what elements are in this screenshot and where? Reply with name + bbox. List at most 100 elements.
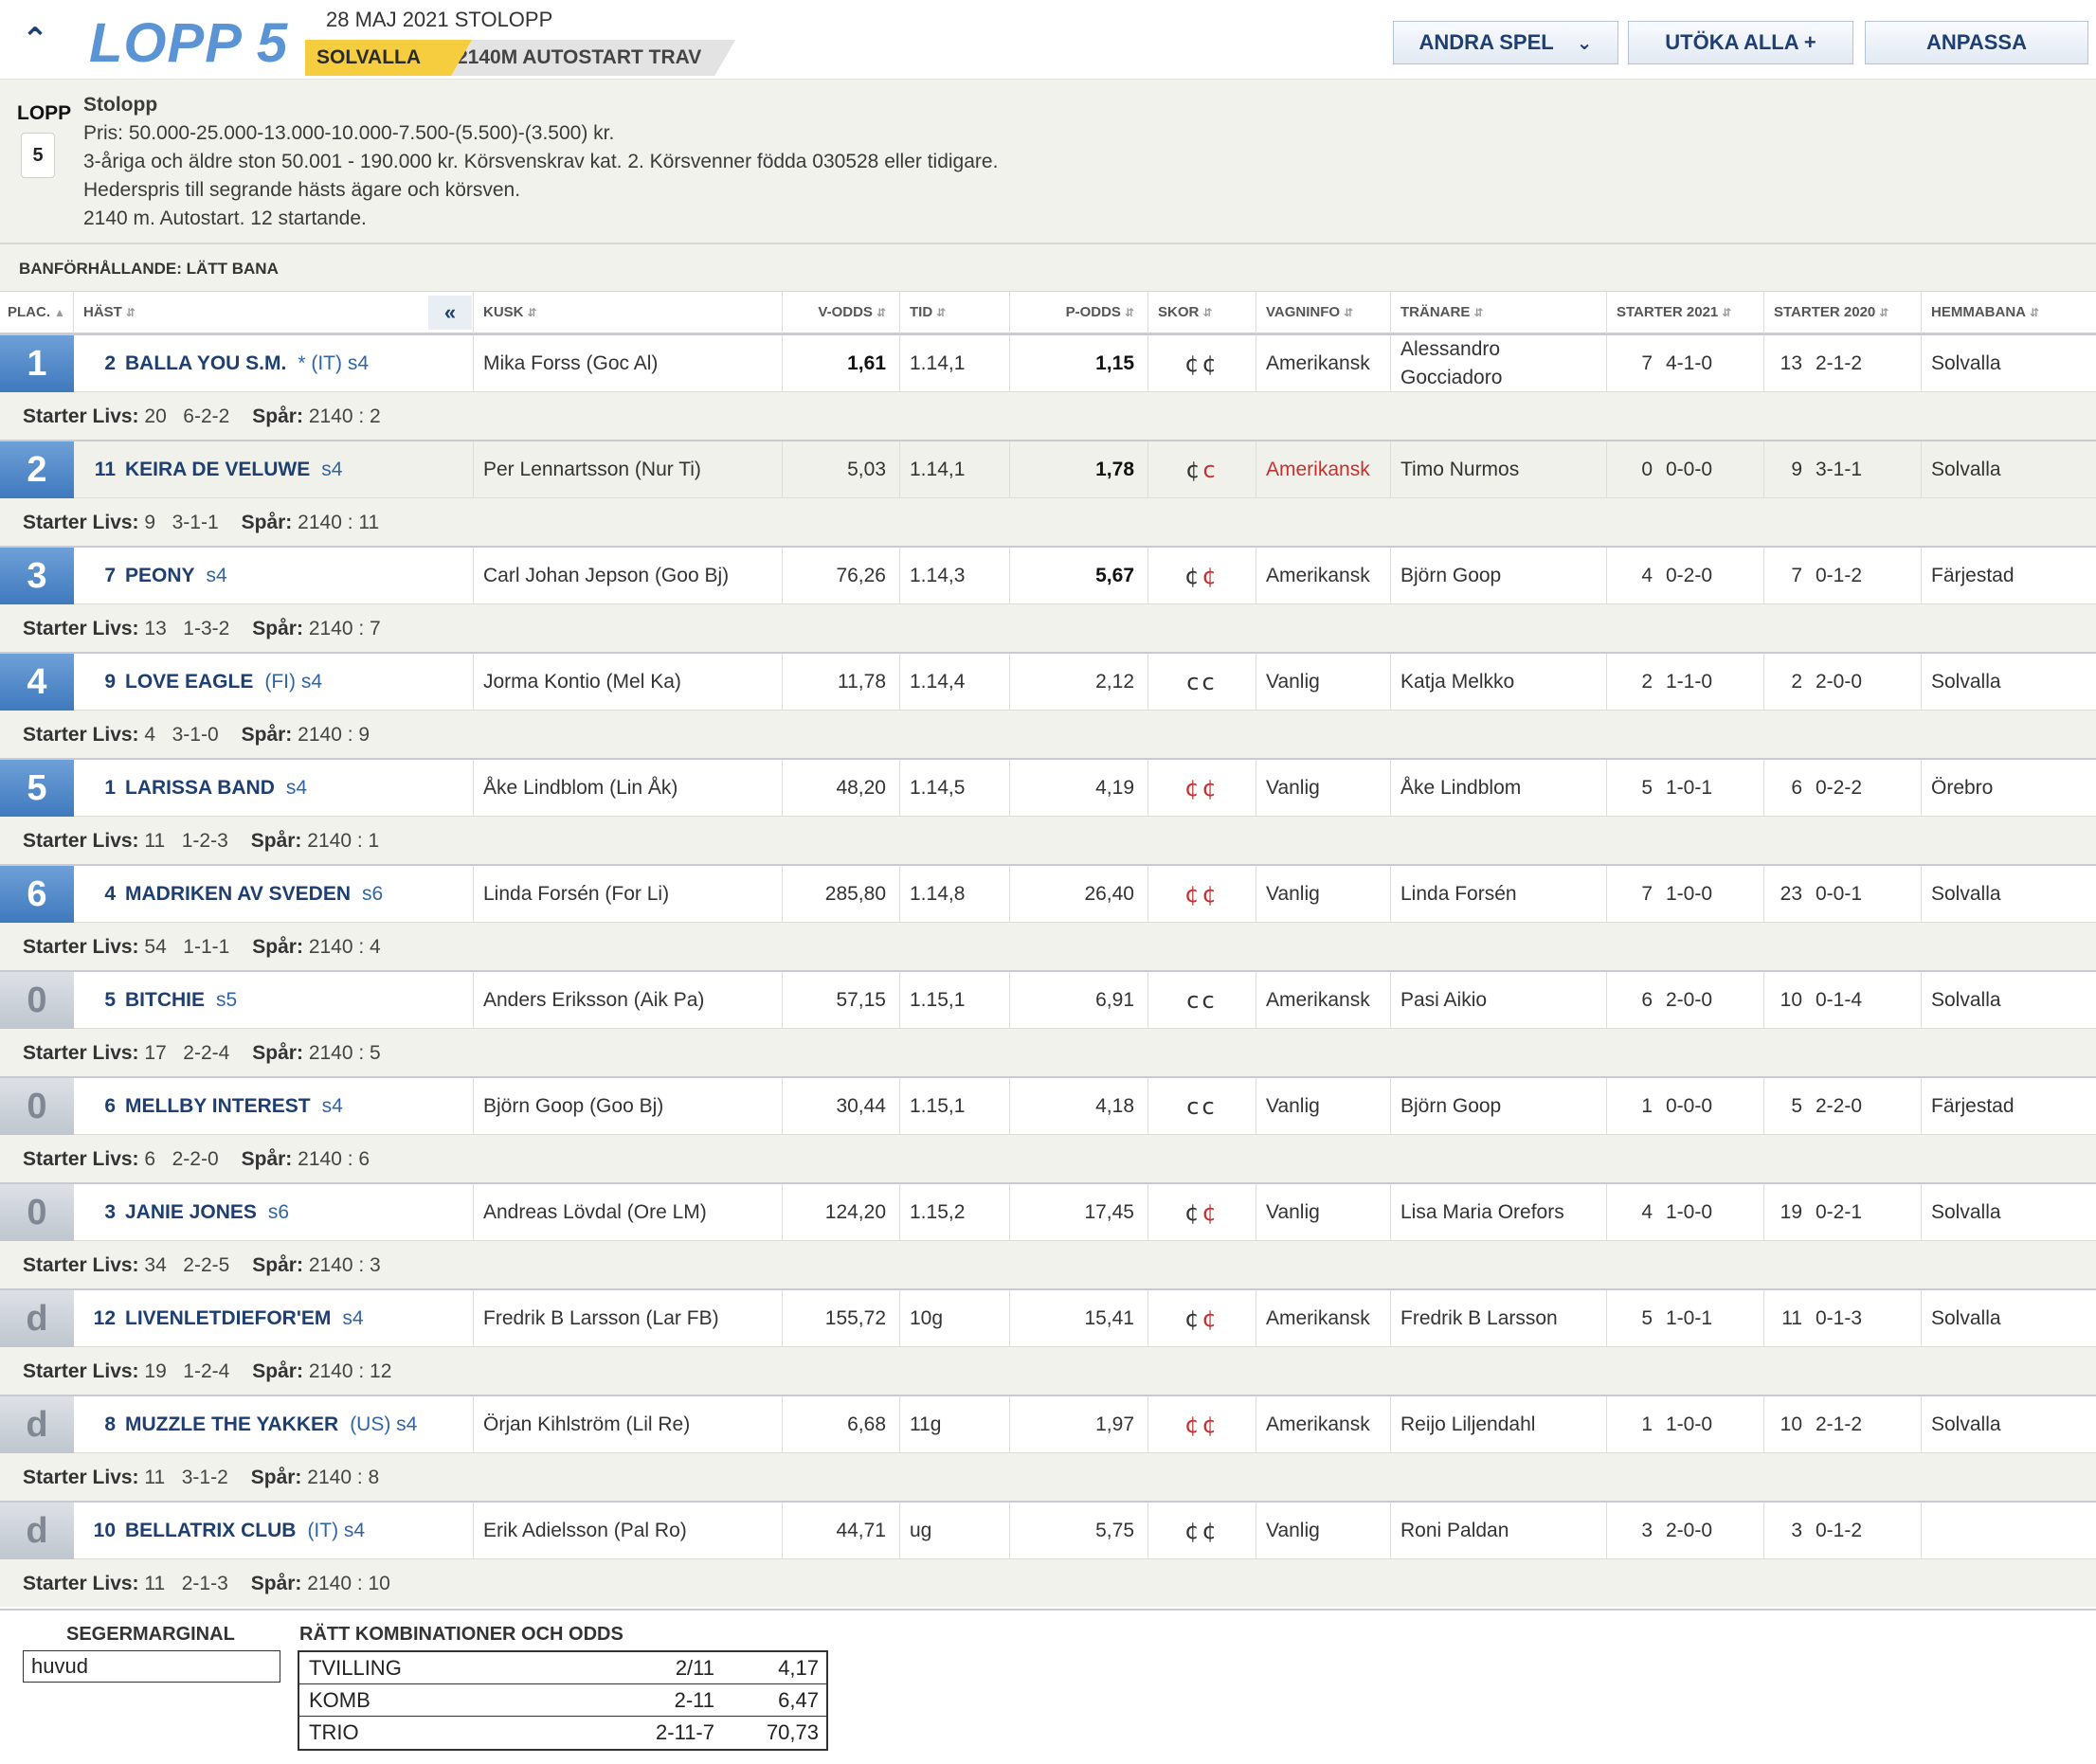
horse-main-row[interactable]: 6 4 MADRIKEN AV SVEDEN s6 Linda Forsén (For … [0,864,2096,923]
col-tid[interactable]: TID ⇵ [900,292,1010,333]
time-cell: ug [900,1503,1010,1559]
home-track-cell: Solvalla [1931,352,2001,374]
horse-name[interactable]: BELLATRIX CLUB [125,1520,296,1542]
col-v-odds[interactable]: V-ODDS ⇵ [783,292,900,333]
horse-name[interactable]: PEONY [125,565,195,587]
col-kusk[interactable]: KUSK ⇵ [474,292,783,333]
shoe-cell: ¢ ¢ [1148,1290,1256,1347]
spar-label: Spår: [250,830,302,852]
horse-cell[interactable]: 4 MADRIKEN AV SVEDEN s6 [74,866,474,923]
horse-cell[interactable]: 11 KEIRA DE VELUWE s4 [74,441,474,498]
table-row: 5 1 LARISSA BAND s4 Åke Lindblom (Lin Åk) 48,… [0,758,2096,864]
starter-2021-record: 0-0-0 [1666,1095,1713,1117]
horse-main-row[interactable]: 0 6 MELLBY INTEREST s4 Björn Goop (Goo Bj) 30… [0,1076,2096,1135]
col-plac[interactable]: PLAC. ▲ [0,292,74,333]
v-odds-cell: 124,20 [783,1184,900,1241]
starter-2020-count: 3 [1791,1520,1802,1541]
sort-arrows-icon: ⇵ [1722,306,1732,319]
lopp-number: 5 [21,133,55,178]
horse-cell[interactable]: 7 PEONY s4 [74,548,474,604]
horse-main-row[interactable]: 4 9 LOVE EAGLE (FI) s4 Jorma Kontio (Mel Ka)… [0,652,2096,711]
col-tranare[interactable]: TRÄNARE ⇵ [1391,292,1607,333]
horse-name[interactable]: MADRIKEN AV SVEDEN [125,883,351,906]
andra-spel-button[interactable]: ANDRA SPEL ⌄ [1393,21,1618,64]
wagon-cell: Amerikansk [1256,972,1391,1029]
col-p-odds[interactable]: P-ODDS ⇵ [1010,292,1148,333]
shoe-front-icon: c [1186,987,1202,1014]
sort-arrows-icon: ⇵ [125,306,136,319]
double-chevron-left-icon[interactable]: « [428,296,472,330]
horse-main-row[interactable]: 3 7 PEONY s4 Carl Johan Jepson (Goo Bj) 76,26… [0,546,2096,604]
livs-count: 20 [144,405,167,427]
horse-main-row[interactable]: 5 1 LARISSA BAND s4 Åke Lindblom (Lin Åk) 48,… [0,758,2096,817]
horse-name[interactable]: KEIRA DE VELUWE [125,459,310,481]
shoe-back-icon: ¢ [1202,881,1220,908]
double-chevron-up-icon[interactable]: ⌃ [0,0,70,80]
starter-2021-count: 7 [1641,352,1653,374]
placement-badge: d [0,1503,74,1559]
starter-2020-cell: 2 2-0-0 [1764,654,1922,711]
p-odds-cell: 6,91 [1010,972,1148,1029]
sort-arrows-icon: ⇵ [1344,306,1354,319]
horse-cell[interactable]: 12 LIVENLETDIEFOR'EM s4 [74,1290,474,1347]
horse-cell[interactable]: 10 BELLATRIX CLUB (IT) s4 [74,1503,474,1559]
v-odds-cell: 285,80 [783,866,900,923]
horse-name[interactable]: LOVE EAGLE [125,671,253,693]
home-track-cell: Färjestad [1931,565,2015,586]
horse-cell[interactable]: 8 MUZZLE THE YAKKER (US) s4 [74,1396,474,1453]
lopp-label: LOPP [17,102,72,124]
horse-main-row[interactable]: 0 3 JANIE JONES s6 Andreas Lövdal (Ore LM) 12… [0,1182,2096,1241]
horse-main-row[interactable]: d 8 MUZZLE THE YAKKER (US) s4 Örjan Kihlströ… [0,1395,2096,1453]
horse-name[interactable]: MUZZLE THE YAKKER [125,1413,338,1436]
horse-name[interactable]: LARISSA BAND [125,777,275,800]
col-starter-2021[interactable]: STARTER 2021 ⇵ [1607,292,1764,333]
col-hemmabana[interactable]: HEMMABANA ⇵ [1922,292,2096,333]
horse-name[interactable]: JANIE JONES [125,1201,257,1224]
col-hast-label: HÄST [83,304,122,320]
horse-cell[interactable]: 2 BALLA YOU S.M. * (IT) s4 [74,335,474,392]
horse-main-row[interactable]: 2 11 KEIRA DE VELUWE s4 Per Lennartsson (Nur… [0,440,2096,498]
horse-name[interactable]: BITCHIE [125,989,205,1012]
time-cell: 1.15,2 [900,1184,1010,1241]
spar-value: 2140 : 4 [308,936,381,958]
shoe-back-icon: c [1202,669,1218,695]
horse-detail-row: Starter Livs: 34 2-2-5 Spår: 2140 : 3 [0,1241,2096,1288]
horse-main-row[interactable]: d 12 LIVENLETDIEFOR'EM s4 Fredrik B Larsson … [0,1288,2096,1347]
horse-main-row[interactable]: 0 5 BITCHIE s5 Anders Eriksson (Aik Pa) 57,15… [0,970,2096,1029]
starter-2020-count: 7 [1791,565,1802,586]
starter-2020-count: 5 [1791,1095,1802,1117]
utoka-alla-button[interactable]: UTÖKA ALLA + [1628,21,1853,64]
shoe-front-icon: ¢ [1184,881,1202,908]
col-starter-2020[interactable]: STARTER 2020 ⇵ [1764,292,1922,333]
starter-2020-record: 0-1-4 [1816,989,1863,1011]
horse-cell[interactable]: 9 LOVE EAGLE (FI) s4 [74,654,474,711]
horse-cell[interactable]: 1 LARISSA BAND s4 [74,760,474,817]
driver-cell: Linda Forsén (For Li) [474,866,783,923]
horse-main-row[interactable]: d 10 BELLATRIX CLUB (IT) s4 Erik Adielsson (… [0,1501,2096,1559]
combo-odds: 70,73 [766,1720,819,1744]
horse-cell[interactable]: 5 BITCHIE s5 [74,972,474,1029]
horse-detail-row: Starter Livs: 4 3-1-0 Spår: 2140 : 9 [0,711,2096,758]
v-odds-cell: 48,20 [783,760,900,817]
p-odds-cell: 4,18 [1010,1078,1148,1135]
col-vagninfo[interactable]: VAGNINFO ⇵ [1256,292,1391,333]
starter-2021-record: 1-0-0 [1666,1201,1713,1223]
horse-cell[interactable]: 6 MELLBY INTEREST s4 [74,1078,474,1135]
col-hast[interactable]: HÄST ⇵ [74,292,474,333]
trainer-cell: Katja Melkko [1391,654,1607,711]
horse-name[interactable]: BALLA YOU S.M. [125,352,286,375]
home-track-cell: Solvalla [1931,459,2001,480]
starter-2021-record: 2-0-0 [1666,989,1713,1011]
horse-cell[interactable]: 3 JANIE JONES s6 [74,1184,474,1241]
spar-value: 2140 : 11 [298,512,380,533]
v-odds-cell: 44,71 [783,1503,900,1559]
col-skor[interactable]: SKOR ⇵ [1148,292,1256,333]
table-row: 4 9 LOVE EAGLE (FI) s4 Jorma Kontio (Mel Ka)… [0,652,2096,758]
placement-badge: 0 [0,1184,74,1241]
placement-badge: 6 [0,866,74,923]
horse-name[interactable]: MELLBY INTEREST [125,1095,311,1118]
horse-main-row[interactable]: 1 2 BALLA YOU S.M. * (IT) s4 Mika Forss (Goc… [0,333,2096,392]
horse-name[interactable]: LIVENLETDIEFOR'EM [125,1307,331,1330]
livs-count: 54 [144,936,167,958]
anpassa-button[interactable]: ANPASSA [1865,21,2088,64]
